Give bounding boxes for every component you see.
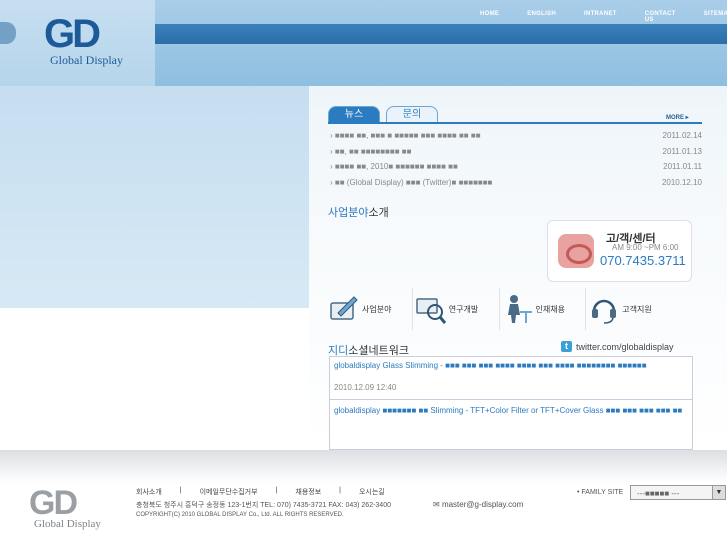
notice-tabs: 뉴스 문의 [328,106,444,123]
footer-link-company[interactable]: 회사소개 [136,487,162,497]
left-visual-panel [0,86,309,308]
news-item[interactable]: › ■■■■ ■■, 2010■ ■■■■■■ ■■■■ ■■ 2011.01.… [330,159,702,175]
tab-news[interactable]: 뉴스 [328,106,380,123]
feed-user[interactable]: globaldisplay [334,361,380,370]
quick-link-support[interactable]: 고객지원 [586,288,672,330]
nav-intranet[interactable]: INTRANET [584,11,617,23]
magnifier-monitor-icon [416,298,446,324]
person-icon [507,295,532,323]
news-date: 2010.12.10 [661,177,702,187]
top-nav: HOME ENGLISH INTRANET CONTACT US SITEMAP [480,11,727,23]
customer-service-box[interactable]: 고/객/센/터 AM 9:00 ~PM 6:00 070.7435.3711 [547,220,692,282]
twitter-icon: t [561,341,572,352]
page: GD Global Display HOME ENGLISH INTRANET … [0,0,727,545]
footer-link-recruit[interactable]: 채용정보 [295,487,321,497]
left-blank-area [0,308,309,450]
footer-email-text: master@g-display.com [441,500,524,509]
footer-copyright: COPYRIGHT(C) 2010 GLOBAL DISPLAY Co., Lt… [136,512,344,518]
footer-link-location[interactable]: 오시는길 [359,487,385,497]
footer-link-email-policy[interactable]: 이메일무단수집거부 [200,487,258,497]
tab-inquiry[interactable]: 문의 [386,106,438,123]
nav-english[interactable]: ENGLISH [527,11,556,23]
news-title: › ■■ (Global Display) ■■■ (Twitter)■ ■■■… [330,177,493,187]
news-item[interactable]: › ■■ (Global Display) ■■■ (Twitter)■ ■■■… [330,175,702,191]
chevron-down-icon[interactable]: ▼ [712,486,725,499]
footer [0,450,727,545]
business-title: 사업분야소개 [328,204,389,220]
news-item[interactable]: › ■■■■ ■■, ■■■ ■ ■■■■■ ■■■ ■■■■ ■■ ■■ 20… [330,128,702,144]
twitter-label: twitter.com/globaldisplay [576,341,674,352]
news-date: 2011.01.13 [662,146,702,156]
quick-link-business[interactable]: 사업분야 [326,288,413,330]
quick-link-label: 인재채용 [535,304,565,314]
quick-link-recruit[interactable]: 인재채용 [500,288,587,330]
more-link[interactable]: MORE ▸ [666,114,689,121]
footer-divider: | [179,487,182,494]
feed-post: globaldisplay Glass Slimming - ■■■ ■■■ ■… [330,357,692,393]
footer-divider: | [339,487,341,494]
news-list: › ■■■■ ■■, ■■■ ■ ■■■■■ ■■■ ■■■■ ■■ ■■ 20… [330,128,702,190]
cs-phone-number: 070.7435.3711 [600,253,686,268]
twitter-link[interactable]: t twitter.com/globaldisplay [561,341,674,352]
footer-nav: 회사소개 | 이메일무단수집거부 | 채용정보 | 오시는길 [136,487,403,497]
news-item[interactable]: › ■■, ■■ ■■■■■■■■ ■■ 2011.01.13 [330,144,702,160]
telephone-icon [558,234,594,268]
news-title: › ■■, ■■ ■■■■■■■■ ■■ [330,146,412,156]
footer-logo-mark: GD [29,484,78,522]
footer-logo-text: Global Display [34,518,101,530]
cs-hours: AM 9:00 ~PM 6:00 [612,243,679,252]
tab-underline [328,122,702,124]
feed-post: globaldisplay ■■■■■■■ ■■ Slimming - TFT+… [330,402,692,416]
quick-link-rnd[interactable]: 연구개발 [413,288,500,330]
nav-contact[interactable]: CONTACT US [645,11,676,23]
quick-links: 사업분야 연구개발 인재채용 고객지원 [326,288,672,330]
notebook-pen-icon [330,296,358,320]
twitter-feed[interactable]: globaldisplay Glass Slimming - ■■■ ■■■ ■… [329,356,693,450]
quick-link-label: 사업분야 [362,304,392,314]
business-title-rest: 소개 [368,207,389,219]
quick-link-label: 고객지원 [622,304,652,314]
logo-text: Global Display [50,53,123,67]
feed-date: 2010.12.09 12:40 [334,383,397,392]
nav-home[interactable]: HOME [480,11,499,23]
news-title-text: ■■■■ ■■, ■■■ ■ ■■■■■ ■■■ ■■■■ ■■ ■■ [334,131,481,141]
business-title-highlight: 사업분야 [328,207,369,219]
feed-divider [330,399,692,400]
feed-user[interactable]: globaldisplay [334,406,380,415]
news-date: 2011.01.11 [663,162,702,172]
family-site-label: • FAMILY SITE [577,489,624,496]
news-title: › ■■■■ ■■, 2010■ ■■■■■■ ■■■■ ■■ [330,162,458,172]
nav-sitemap[interactable]: SITEMAP [704,11,727,23]
footer-address: 충청북도 청주시 흥덕구 송정동 123-1번지 TEL: 070) 7435-… [136,502,391,509]
feed-text: ■■■■■■■ ■■ Slimming - TFT+Color Filter o… [382,406,683,415]
more-label: MORE [666,115,684,121]
header-logo[interactable]: GD Global Display [0,0,155,86]
footer-email[interactable]: ✉ master@g-display.com [433,500,523,509]
header-stripe [155,24,727,44]
footer-divider: | [275,487,278,494]
logo-mark: GD [44,12,101,56]
headset-icon [592,299,617,324]
news-title-text: ■■ (Global Display) ■■■ (Twitter)■ ■■■■■… [334,177,493,187]
family-site-value: ---■■■■■ --- [637,489,680,498]
news-title-text: ■■, ■■ ■■■■■■■■ ■■ [334,146,412,156]
quick-link-label: 연구개발 [448,304,479,314]
news-date: 2011.02.14 [662,131,702,141]
news-title-text: ■■■■ ■■, 2010■ ■■■■■■ ■■■■ ■■ [334,162,458,172]
news-title: › ■■■■ ■■, ■■■ ■ ■■■■■ ■■■ ■■■■ ■■ ■■ [330,131,481,141]
feed-text: Glass Slimming - ■■■ ■■■ ■■■ ■■■■ ■■■■ ■… [382,361,647,370]
family-site-select[interactable]: ---■■■■■ --- ▼ [630,485,726,500]
